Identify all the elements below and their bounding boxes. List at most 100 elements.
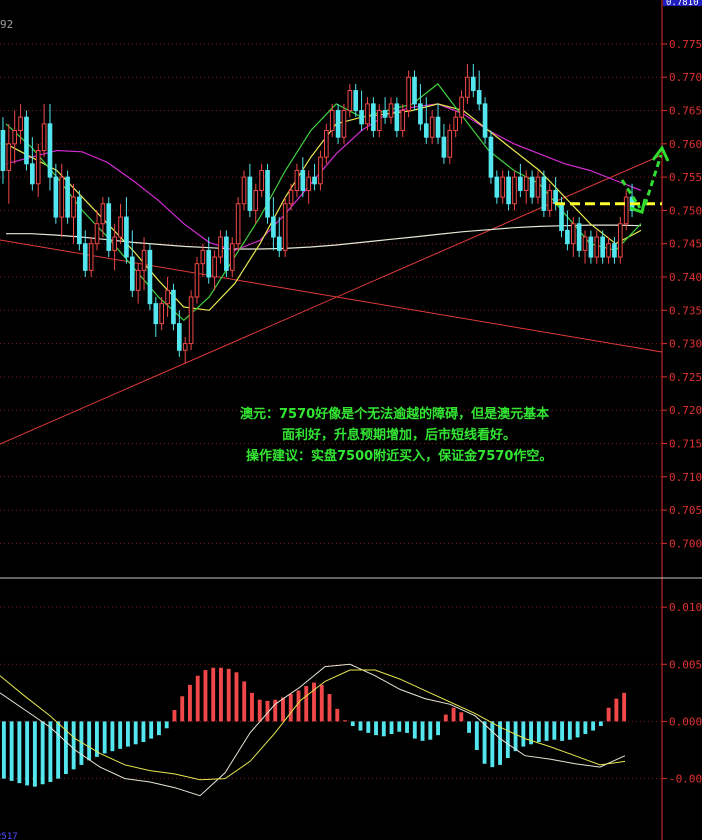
candle-body [288,189,294,205]
candle-body [512,176,517,205]
candle-body [565,229,570,245]
candle-body [300,169,306,191]
forex-chart[interactable]: 0.700 0.705 0.710 0.715 0.720 0.725 0.730 0.735… [0,0,702,840]
candle-body [612,243,617,258]
candle-body [476,90,482,105]
candle-body [53,176,59,218]
candle-body [576,223,582,251]
note-line-1: 澳元：7570好像是个无法逾越的障碍，但是澳元基本 [240,406,549,422]
price-tick-label: 0.710 [669,471,702,484]
candle-body [382,110,388,118]
note-line-2: 面利好，升息预期增加，后市短线看好。 [282,427,516,443]
candle-body [271,216,276,238]
candle-body [423,123,429,138]
candle-body [77,196,82,245]
candle-body [588,236,594,258]
candle-body [306,176,312,191]
candle-body [0,130,6,171]
candle-body [570,223,576,245]
candle-body [441,136,447,158]
indicator-bars [1,667,627,787]
price-tick-label: 0.760 [669,138,702,151]
candle-body [177,323,182,351]
candle-body [400,110,406,132]
candle-body [94,223,100,245]
current-price-label: 0.7810 [666,0,699,8]
candle-body [212,256,217,278]
price-axis-labels: 0.700 0.705 0.710 0.715 0.720 0.725 0.730 0.735… [669,38,702,550]
candle-body [365,103,370,125]
candle-body [165,289,170,305]
candle-body [617,223,623,258]
candle-body [494,176,500,198]
candle-body [459,96,464,118]
candle-body [465,76,470,98]
price-tick-label: 0.770 [669,71,702,84]
candle-body [206,249,212,278]
top-left-label: 92 [0,18,13,31]
candle-body [188,296,194,345]
candle-body [347,90,353,112]
note-line-3: 操作建议：实盘7500附近买入，保证金7570作空。 [246,448,552,464]
candle-body [435,116,441,138]
candle-body [371,103,376,132]
candle-body [594,236,600,258]
candle-body [600,236,605,258]
candle-body [623,196,629,225]
candle-body [112,236,117,251]
candle-body [606,243,611,258]
candle-body [523,176,529,191]
candle-body [182,343,188,351]
candle-body [65,176,70,218]
up-arrow-icon [643,154,663,206]
candle-body [529,176,535,198]
candle-body [35,149,41,185]
candle-body [547,189,553,211]
candles [0,63,635,364]
candle-body [147,249,153,305]
candle-body [294,169,300,191]
candle-body [559,203,564,231]
candle-body [429,116,435,138]
indicator-tick-label: 0.000 [669,715,702,728]
candle-body [312,176,317,185]
candle-body [106,203,112,251]
candle-body [171,289,176,325]
candle-body [470,76,476,92]
candle-body [30,163,35,185]
candle-body [541,176,547,211]
candle-body [88,243,94,271]
candle-body [329,110,335,132]
candle-body [82,243,88,271]
candle-body [535,176,541,198]
candle-body [482,103,488,138]
candle-body [406,76,411,112]
candle-body [253,189,259,211]
bottom-left-label: 2517 [0,832,18,840]
candle-body [100,203,106,225]
candle-body [41,123,47,151]
candle-body [141,249,147,271]
candle-body [59,176,65,218]
candle-body [118,216,123,238]
candle-body [259,169,264,191]
descending-trendline [0,239,663,353]
candle-body [12,130,18,145]
candle-body [241,176,247,205]
trendlines [0,154,663,445]
candle-body [18,116,23,132]
indicator-tick-label: -0.00 [669,773,702,786]
candle-body [518,176,523,191]
candle-body [323,130,329,158]
candle-body [224,236,229,271]
candle-body [500,176,506,198]
price-tick-label: 0.715 [669,437,702,450]
candle-body [506,176,511,205]
candle-body [194,263,200,298]
candle-body [200,249,206,265]
price-tick-label: 0.745 [669,238,702,251]
price-tick-label: 0.725 [669,371,702,384]
ascending-trendline [0,154,663,445]
moving-average-line [6,224,642,250]
candle-body [412,76,417,105]
